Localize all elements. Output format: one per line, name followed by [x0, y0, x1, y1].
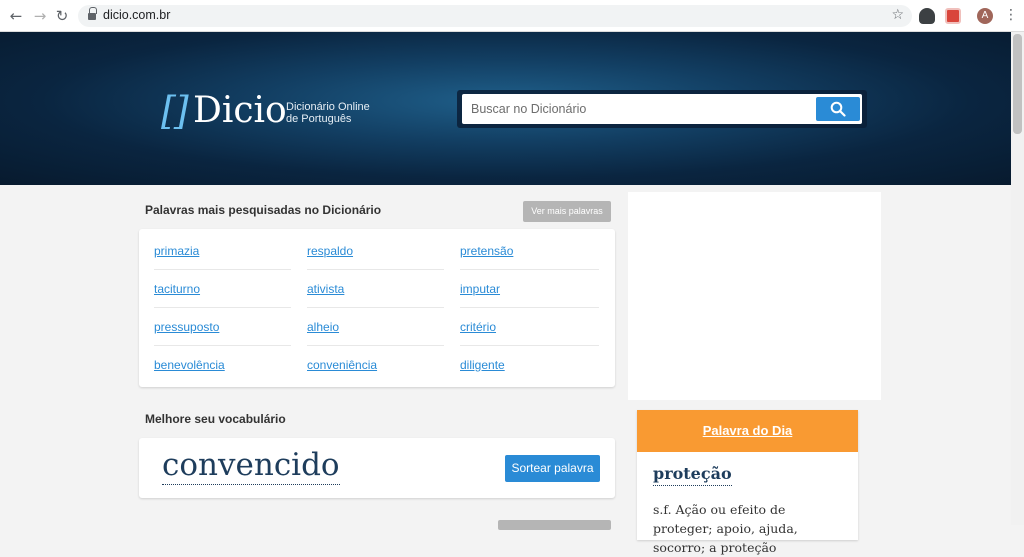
row-divider	[154, 307, 291, 308]
profile-avatar[interactable]: A	[977, 8, 993, 24]
word-link[interactable]: pressuposto	[154, 320, 219, 334]
vocab-title: Melhore seu vocabulário	[145, 412, 286, 426]
word-of-the-day-title[interactable]: Palavra do Dia	[637, 410, 858, 452]
logo-subtitle-line1: Dicionário Online	[286, 101, 370, 113]
url-text: dicio.com.br	[103, 8, 171, 22]
site-logo[interactable]: Dicio	[193, 90, 287, 131]
site-header: [] Dicio Dicionário Online de Português	[0, 32, 1011, 185]
word-link[interactable]: pretensão	[460, 244, 513, 258]
ad-space	[628, 192, 881, 400]
row-divider	[460, 345, 599, 346]
bookmark-star-icon[interactable]: ☆	[891, 7, 904, 23]
lock-icon	[88, 7, 97, 20]
row-divider	[460, 307, 599, 308]
word-link[interactable]: ativista	[307, 282, 344, 296]
word-of-the-day-word[interactable]: proteção	[653, 464, 732, 486]
word-link[interactable]: benevolência	[154, 358, 225, 372]
browser-toolbar: ← → ↻ dicio.com.br ☆ A ⋮	[0, 0, 1024, 32]
search-icon	[830, 101, 846, 117]
row-divider	[307, 345, 444, 346]
cloud-extension-icon[interactable]	[919, 8, 935, 24]
word-link[interactable]: respaldo	[307, 244, 353, 258]
row-divider	[154, 269, 291, 270]
word-link[interactable]: alheio	[307, 320, 339, 334]
page-scrollbar[interactable]	[1011, 32, 1024, 525]
logo-subtitle-line2: de Português	[286, 113, 352, 125]
search-button[interactable]	[816, 97, 860, 121]
word-link[interactable]: taciturno	[154, 282, 200, 296]
vocab-word[interactable]: convencido	[162, 446, 340, 485]
word-link[interactable]: diligente	[460, 358, 505, 372]
scrollbar-thumb[interactable]	[1013, 34, 1022, 134]
row-divider	[307, 269, 444, 270]
forward-arrow-icon[interactable]: →	[32, 8, 48, 24]
more-button-partial[interactable]	[498, 520, 611, 530]
random-word-button[interactable]: Sortear palavra	[505, 455, 600, 482]
word-link[interactable]: critério	[460, 320, 496, 334]
pdf-extension-icon[interactable]	[945, 8, 961, 24]
more-words-button[interactable]: Ver mais palavras	[523, 201, 611, 222]
row-divider	[307, 307, 444, 308]
row-divider	[154, 345, 291, 346]
search-input[interactable]	[462, 94, 862, 124]
word-link[interactable]: conveniência	[307, 358, 377, 372]
address-bar[interactable]: dicio.com.br ☆	[78, 5, 912, 27]
back-arrow-icon[interactable]: ←	[8, 8, 24, 24]
word-of-the-day-definition: s.f. Ação ou efeito de proteger; apoio, …	[653, 502, 798, 555]
logo-bracket-icon[interactable]: []	[161, 89, 189, 133]
popular-words-title: Palavras mais pesquisadas no Dicionário	[145, 203, 382, 217]
search-box	[457, 90, 867, 128]
reload-icon[interactable]: ↻	[54, 8, 70, 24]
browser-menu-icon[interactable]: ⋮	[1004, 7, 1018, 23]
word-of-the-day-card: Palavra do Dia proteção s.f. Ação ou efe…	[637, 410, 858, 555]
vocab-card: convencido Sortear palavra	[139, 438, 615, 498]
popular-words-card: primazia respaldo pretensão taciturno at…	[139, 229, 615, 387]
word-link[interactable]: primazia	[154, 244, 199, 258]
logo-subtitle: Dicionário Online de Português	[286, 101, 370, 125]
row-divider	[460, 269, 599, 270]
word-link[interactable]: imputar	[460, 282, 500, 296]
